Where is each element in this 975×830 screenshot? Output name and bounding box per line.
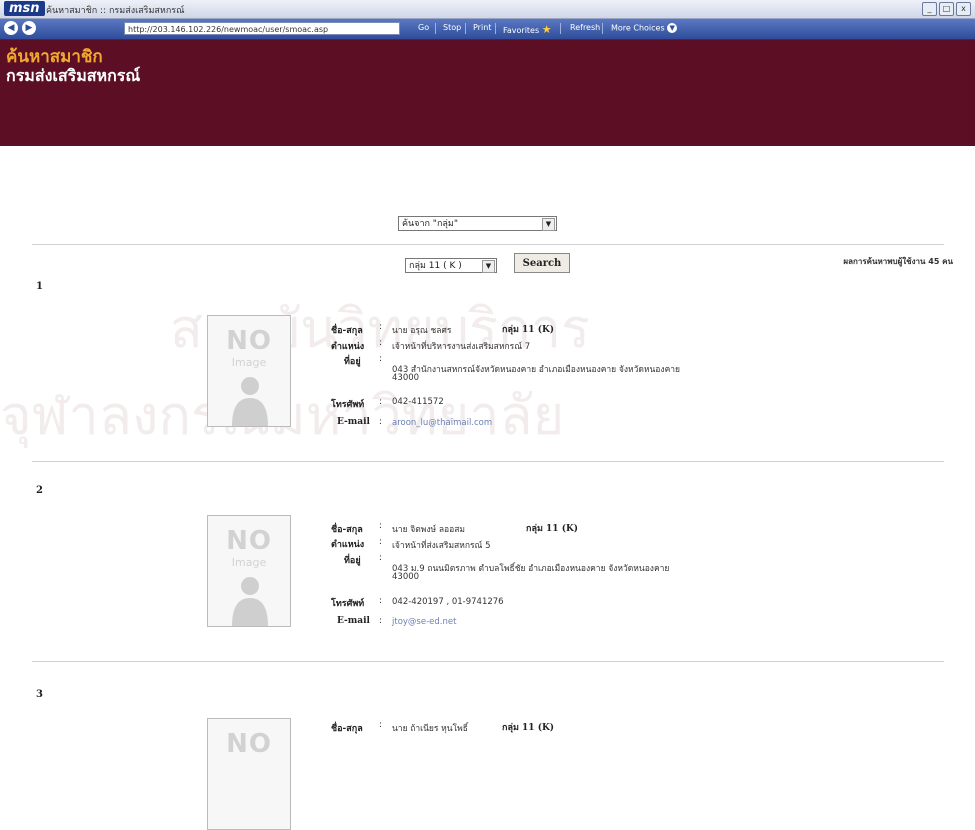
position-label: ตำแหน่ง [331,540,365,550]
minimize-button[interactable]: _ [922,2,937,16]
member-postcode: 43000 [392,373,420,383]
member-address: 043 สำนักงานสหกรณ์จังหวัดหนองคาย อำเภอเม… [392,365,681,375]
refresh-button[interactable]: Refresh [570,23,600,32]
stop-button[interactable]: Stop [443,23,461,32]
member-index: 2 [36,485,43,496]
colon: : [379,397,383,407]
email-label: E-mail [337,417,370,427]
phone-label: โทรศัพท์ [331,599,365,609]
member-email-link[interactable]: aroon_lu@thaimail.com [392,418,492,428]
colon: : [379,322,383,332]
member-position: เจ้าหน้าที่บริหารงานส่งเสริมสหกรณ์ 7 [392,342,531,352]
member-index: 1 [36,281,43,292]
member-photo: NO Image [207,515,291,627]
name-label: ชื่อ-สกุล [331,525,363,535]
more-choices-label: More Choices [611,23,665,33]
member-email-link[interactable]: jtoy@se-ed.net [392,617,456,627]
window-title: ค้นหาสมาชิก :: กรมส่งเสริมสหกรณ์ [46,6,185,16]
group-select[interactable]: กลุ่ม 11 ( K ) ▼ [405,258,497,273]
result-count: ผลการค้นหาพบผู้ใช้งาน 45 คน [843,257,953,266]
msn-logo: msn [4,1,45,16]
member-position: เจ้าหน้าที่ส่งเสริมสหกรณ์ 5 [392,541,491,551]
toolbar-divider [435,23,436,34]
colon: : [379,720,383,730]
member-phone: 042-420197 , 01-9741276 [392,597,504,607]
email-label: E-mail [337,616,370,626]
member-photo: NO Image [207,315,291,427]
person-silhouette-icon [232,377,268,426]
person-silhouette-icon [232,577,268,626]
search-filter-select[interactable]: ค้นจาก "กลุ่ม" ▼ [398,216,557,231]
member-group: กลุ่ม 11 (K) [526,524,579,534]
member-name: นาย ถ้าเนียร หุนโพธิ์ [392,724,468,734]
group-select-value: กลุ่ม 11 ( K ) [409,261,462,271]
no-image-text: NO [226,526,272,556]
name-label: ชื่อ-สกุล [331,724,363,734]
no-image-caption: Image [231,356,267,369]
no-image-text: NO [226,326,272,356]
browser-toolbar: ◀ ▶ http://203.146.102.226/newmoac/user/… [0,19,975,40]
member-phone: 042-411572 [392,397,444,407]
address-bar[interactable]: http://203.146.102.226/newmoac/user/smoa… [124,22,400,35]
toolbar-divider [560,23,561,34]
window-controls: _ □ x [922,2,971,16]
address-label: ที่อยู่ [344,556,361,566]
window-title-bar: msn ค้นหาสมาชิก :: กรมส่งเสริมสหกรณ์ _ □… [0,0,975,19]
divider [32,661,944,662]
toolbar-divider [602,23,603,34]
member-address: 043 ม.9 ถนนมิตรภาพ ตำบลโพธิ์ชัย อำเภอเมื… [392,564,670,574]
chevron-down-icon: ▼ [482,260,495,273]
colon: : [379,338,383,348]
member-group: กลุ่ม 11 (K) [502,325,555,335]
forward-icon[interactable]: ▶ [22,21,36,35]
position-label: ตำแหน่ง [331,342,365,352]
colon: : [379,417,383,427]
favorites-label: Favorites [503,26,540,35]
page-header: ค้นหาสมาชิก กรมส่งเสริมสหกรณ์ [0,40,975,146]
favorites-button[interactable]: Favorites ★ [503,23,552,36]
member-photo: NO [207,718,291,830]
member-name: นาย จิตพงษ์ ลออสม [392,525,466,535]
address-label: ที่อยู่ [344,357,361,367]
colon: : [379,354,383,364]
name-label: ชื่อ-สกุล [331,326,363,336]
chevron-down-icon: ▼ [667,23,678,33]
toolbar-divider [495,23,496,34]
close-button[interactable]: x [956,2,971,16]
colon: : [379,616,383,626]
colon: : [379,521,383,531]
member-group: กลุ่ม 11 (K) [502,723,555,733]
go-button[interactable]: Go [418,23,429,32]
back-icon[interactable]: ◀ [4,21,18,35]
divider [32,461,944,462]
no-image-text: NO [226,729,272,759]
colon: : [379,537,383,547]
page-subtitle: กรมส่งเสริมสหกรณ์ [6,66,141,85]
star-icon: ★ [541,23,552,36]
colon: : [379,596,383,606]
toolbar-divider [465,23,466,34]
member-index: 3 [36,689,43,700]
phone-label: โทรศัพท์ [331,400,365,410]
search-filter-value: ค้นจาก "กลุ่ม" [402,219,458,229]
colon: : [379,553,383,563]
maximize-button[interactable]: □ [939,2,954,16]
search-button[interactable]: Search [514,253,570,273]
no-image-caption: Image [231,556,267,569]
chevron-down-icon: ▼ [542,218,555,231]
print-button[interactable]: Print [473,23,491,32]
divider [32,244,944,245]
member-postcode: 43000 [392,572,420,582]
more-choices-button[interactable]: More Choices ▼ [611,23,678,33]
member-name: นาย อรุณ ชลศร [392,326,452,336]
